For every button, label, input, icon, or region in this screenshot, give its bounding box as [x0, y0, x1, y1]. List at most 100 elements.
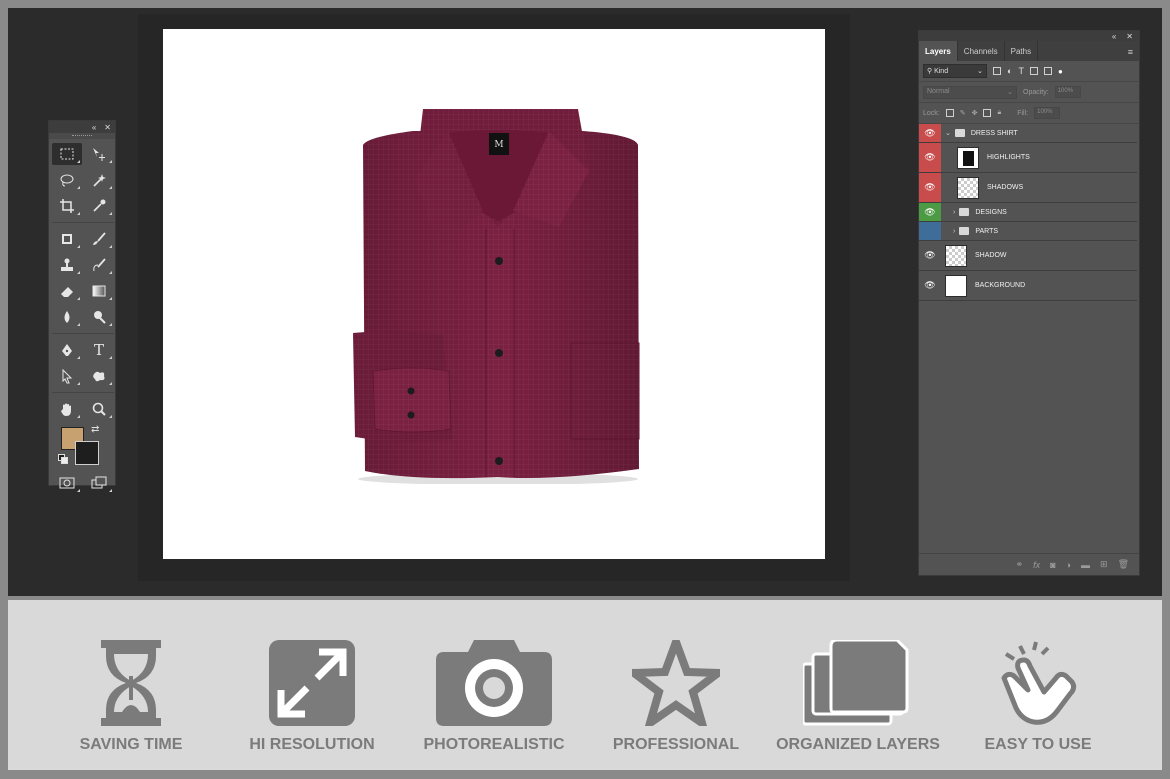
folder-icon [959, 227, 970, 235]
folder-icon [959, 208, 970, 216]
lock-all-icon[interactable]: 🔒︎ [997, 109, 1001, 117]
eraser-tool-icon[interactable] [52, 280, 82, 302]
move-tool-icon[interactable] [84, 143, 114, 165]
lock-artboard-icon[interactable] [983, 109, 992, 117]
tools-panel: « ✕ T ⇄ [48, 120, 116, 492]
lock-transparent-icon[interactable] [945, 109, 954, 117]
filter-toggle-icon[interactable]: ● [1058, 67, 1063, 76]
tab-channels[interactable]: Channels [958, 41, 1005, 61]
visibility-eye-icon[interactable]: 👁︎ [919, 203, 941, 221]
fill-input[interactable]: 100% [1034, 107, 1061, 119]
layer-row-dress-shirt[interactable]: 👁︎ ⌄ DRESS SHIRT [919, 124, 1137, 143]
tab-paths[interactable]: Paths [1005, 41, 1039, 61]
visibility-eye-icon[interactable]: 👁︎ [919, 143, 941, 172]
visibility-eye-icon[interactable]: 👁︎ [919, 173, 941, 202]
hourglass-icon [101, 640, 161, 726]
healing-tool-icon[interactable] [52, 228, 82, 250]
star-icon [632, 640, 720, 726]
close-icon[interactable]: ✕ [1126, 32, 1133, 41]
layer-name: DRESS SHIRT [970, 129, 1018, 137]
layer-row-highlights[interactable]: 👁︎ HIGHLIGHTS [919, 143, 1137, 173]
lock-label: Lock: [923, 109, 940, 117]
lock-paint-icon[interactable]: ✎ [960, 109, 966, 117]
adjustment-icon[interactable]: ◑ [1066, 560, 1071, 570]
visibility-off-icon[interactable] [919, 222, 941, 240]
dress-shirt-image: M [353, 109, 640, 484]
layer-thumbnail [945, 274, 967, 297]
collapse-icon[interactable]: « [1112, 32, 1116, 41]
type-glyph: T [93, 341, 104, 359]
blur-tool-icon[interactable] [52, 306, 82, 328]
path-selection-tool-icon[interactable] [52, 365, 82, 387]
trash-icon[interactable]: 🗑︎ [1118, 559, 1129, 570]
filter-pixel-icon[interactable] [993, 67, 1001, 75]
brush-tool-icon[interactable] [84, 228, 114, 250]
folder-icon[interactable]: ▬ [1081, 560, 1090, 570]
close-icon[interactable]: ✕ [104, 123, 111, 132]
lasso-tool-icon[interactable] [52, 169, 82, 191]
layer-row-shadows[interactable]: 👁︎ SHADOWS [919, 173, 1137, 203]
swap-colors-icon[interactable]: ⇄ [91, 424, 99, 435]
shape-tool-icon[interactable] [84, 365, 114, 387]
filter-row: ⚲ Kind ⌄ ◐ T ● [919, 61, 1139, 82]
chevron-down-icon[interactable]: ⌄ [945, 129, 951, 137]
eyedropper-tool-icon[interactable] [84, 195, 114, 217]
camera-icon [436, 640, 552, 726]
fx-icon[interactable]: fx [1033, 560, 1040, 570]
dodge-tool-icon[interactable] [84, 306, 114, 328]
blend-mode-select[interactable]: Normal ⌄ [923, 85, 1017, 99]
chevron-right-icon[interactable]: › [953, 228, 955, 235]
visibility-eye-icon[interactable]: 👁︎ [919, 271, 941, 300]
feature-label: EASY TO USE [984, 736, 1092, 753]
layer-list: 👁︎ ⌄ DRESS SHIRT 👁︎ HIGHLIGHTS 👁︎ SHADOW… [919, 124, 1139, 301]
filter-type-icon[interactable]: T [1018, 66, 1024, 76]
chevron-down-icon: ⌄ [977, 68, 983, 75]
tab-layers[interactable]: Layers [919, 41, 958, 61]
filter-adjustment-icon[interactable]: ◐ [1007, 66, 1012, 76]
filter-kind-label: Kind [934, 68, 949, 75]
stamp-tool-icon[interactable] [52, 254, 82, 276]
crop-tool-icon[interactable] [52, 195, 82, 217]
default-colors-icon[interactable] [58, 454, 68, 464]
screen-mode-icon[interactable] [84, 472, 114, 494]
feature-organized-layers: ORGANIZED LAYERS [772, 600, 944, 770]
feature-professional: PROFESSIONAL [607, 600, 745, 770]
chevron-right-icon[interactable]: › [953, 209, 955, 216]
filter-shape-icon[interactable] [1029, 67, 1038, 75]
layer-thumbnail [957, 146, 979, 169]
link-icon[interactable]: ⚭ [1016, 559, 1024, 570]
visibility-eye-icon[interactable]: 👁︎ [919, 241, 941, 270]
layer-row-designs[interactable]: 👁︎ › DESIGNS [919, 203, 1137, 222]
panel-menu-icon[interactable]: ≡ [1128, 47, 1133, 57]
filter-kind-select[interactable]: ⚲ Kind ⌄ [923, 64, 987, 78]
folder-icon [954, 129, 965, 137]
magic-wand-tool-icon[interactable] [84, 169, 114, 191]
pen-tool-icon[interactable] [52, 339, 82, 361]
layer-name: DESIGNS [975, 208, 1007, 216]
collapse-icon[interactable]: « [92, 123, 96, 132]
mask-icon[interactable]: ◙ [1050, 560, 1055, 570]
fill-label: Fill: [1017, 109, 1029, 117]
new-layer-icon[interactable]: ⊞ [1100, 559, 1108, 570]
document-canvas[interactable]: M [163, 29, 825, 559]
layer-row-parts[interactable]: › PARTS [919, 222, 1137, 241]
layer-row-shadow[interactable]: 👁︎ SHADOW [919, 241, 1137, 271]
layer-name: SHADOWS [987, 184, 1024, 191]
history-brush-tool-icon[interactable] [84, 254, 114, 276]
layers-panel-footer: ⚭ fx ◙ ◑ ▬ ⊞ 🗑︎ [919, 553, 1139, 575]
marquee-tool-icon[interactable] [52, 143, 82, 165]
zoom-tool-icon[interactable] [84, 398, 114, 420]
visibility-eye-icon[interactable]: 👁︎ [919, 124, 941, 142]
layer-row-background[interactable]: 👁︎ BACKGROUND [919, 271, 1137, 301]
filter-smartobject-icon[interactable] [1043, 67, 1052, 75]
background-color-swatch[interactable] [75, 441, 99, 465]
quick-mask-icon[interactable] [52, 472, 82, 494]
opacity-input[interactable]: 100% [1054, 86, 1081, 98]
type-tool-icon[interactable]: T [84, 339, 114, 361]
gradient-tool-icon[interactable] [84, 280, 114, 302]
lock-position-icon[interactable]: ✥ [972, 109, 978, 117]
layer-name: BACKGROUND [975, 282, 1026, 289]
blend-row: Normal ⌄ Opacity: 100% [919, 82, 1139, 103]
hand-tool-icon[interactable] [52, 398, 82, 420]
feature-label: SAVING TIME [79, 736, 183, 753]
